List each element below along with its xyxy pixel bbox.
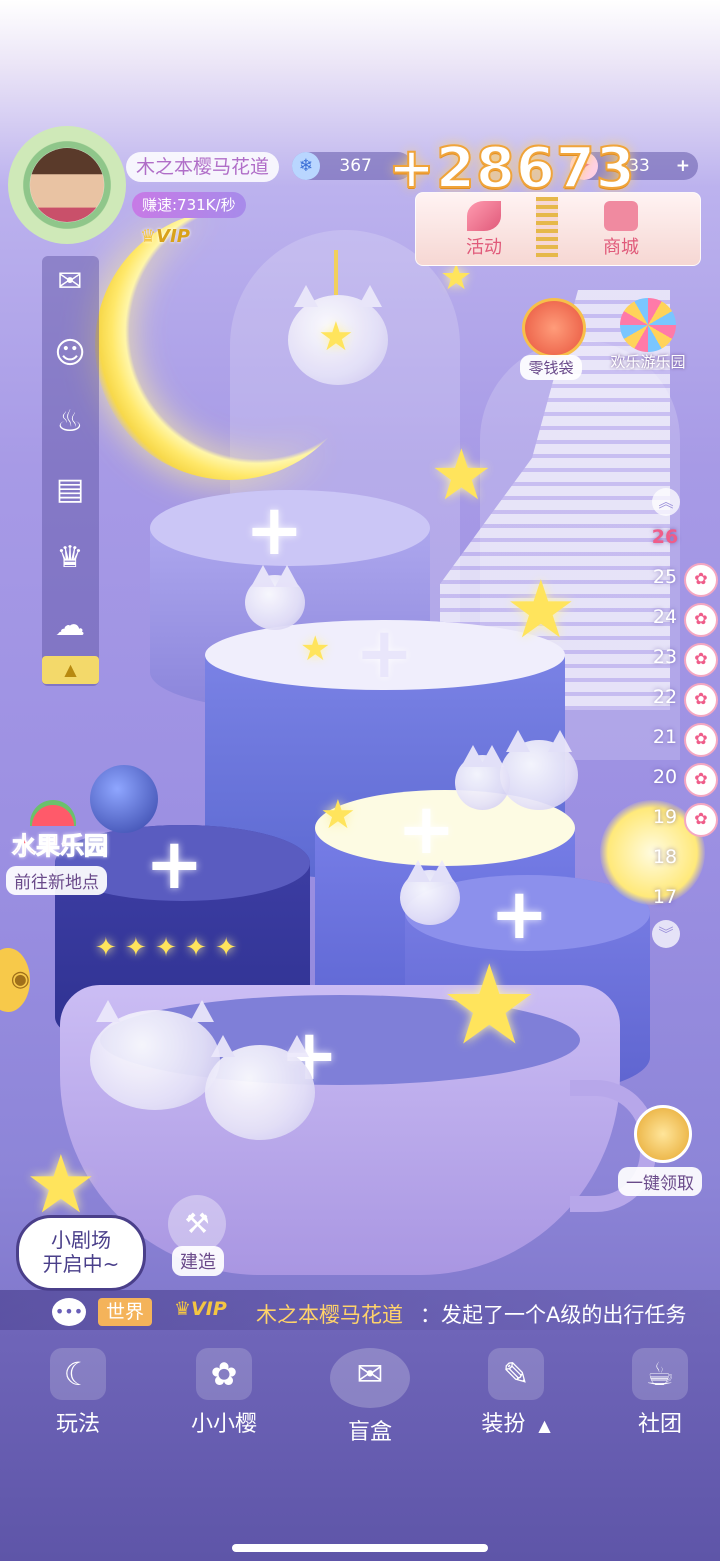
coin-icon: [634, 1105, 692, 1163]
add-building-plus[interactable]: +: [355, 618, 414, 688]
cat-bubble[interactable]: [205, 1035, 315, 1140]
floor-crab-icon[interactable]: ✿: [684, 803, 718, 837]
floor-item[interactable]: 22: [648, 686, 682, 708]
add-building-plus[interactable]: +: [145, 829, 204, 899]
bag-icon[interactable]: ♨: [50, 402, 90, 442]
star-decoration: ★: [300, 629, 331, 669]
amusement-park-label: 欢乐游乐园: [610, 353, 686, 371]
build-button[interactable]: ⚒ 建造: [160, 1195, 236, 1276]
amusement-park-shortcut[interactable]: 欢乐游乐园: [596, 298, 700, 374]
feather-icon: [467, 201, 501, 231]
add-currency-button[interactable]: +: [676, 152, 690, 180]
floor-crab-icon[interactable]: ✿: [684, 723, 718, 757]
floor-crab-icon[interactable]: ✿: [684, 603, 718, 637]
floor-scroll-down-button[interactable]: ︾: [652, 920, 680, 948]
floor-crab-icon[interactable]: ✿: [684, 683, 718, 717]
chat-message: ：发起了一个A级的出行任务: [420, 1303, 687, 1327]
watermelon-icon: [30, 800, 76, 826]
cards-icon: ☾: [50, 1348, 106, 1400]
ticket-icon: ✉: [330, 1348, 410, 1408]
floor-item[interactable]: 21: [648, 726, 682, 748]
crown-icon: ♛: [140, 226, 157, 247]
star-decoration: ★: [440, 941, 539, 1069]
ferris-wheel-icon: [620, 298, 676, 352]
shop-button[interactable]: 商城: [566, 193, 676, 265]
wechat-icon[interactable]: ☁: [50, 606, 90, 646]
wallet-label: 零钱袋: [520, 355, 582, 380]
avatar[interactable]: [30, 148, 104, 222]
panel-divider: [536, 197, 558, 261]
current-floor[interactable]: 26: [648, 526, 682, 548]
bottom-nav: ☾ 玩法 ✿ 小小樱 ✉ 盲盒 ✎ 装扮 ▲ ☕ 社团: [0, 1330, 720, 1561]
activity-shop-panel: 活动 商城: [415, 192, 701, 266]
friends-icon[interactable]: ☺: [50, 334, 90, 374]
fruit-park-entry[interactable]: 水果乐园 前往新地点: [0, 800, 145, 900]
fruit-park-title: 水果乐园: [12, 832, 109, 861]
nav-club[interactable]: ☕ 社团: [600, 1348, 720, 1438]
side-menu: ✉ ☺ ♨ ▤ ♛ ☁: [42, 256, 99, 686]
collect-all-label: 一键领取: [618, 1167, 702, 1196]
cat-bubble[interactable]: [500, 730, 578, 810]
star-decoration: ★: [430, 434, 493, 516]
build-label: 建造: [172, 1246, 224, 1276]
notice-icon[interactable]: ▤: [50, 470, 90, 510]
earn-speed: 赚速:731K/秒: [132, 192, 246, 218]
floor-item[interactable]: 24: [648, 606, 682, 628]
floor-crab-icon[interactable]: ✿: [684, 563, 718, 597]
cat-bubble[interactable]: [90, 1000, 220, 1110]
goto-new-location[interactable]: 前往新地点: [6, 866, 107, 895]
home-indicator[interactable]: [232, 1544, 488, 1552]
hanging-cat-lantern[interactable]: ★: [288, 285, 388, 385]
sakura-icon: ✿: [196, 1348, 252, 1400]
trophy-icon[interactable]: ♛: [50, 538, 90, 578]
snowflake-icon: ❄: [292, 152, 320, 180]
dressup-expand-arrow[interactable]: ▲: [538, 1416, 550, 1435]
side-menu-collapse-button[interactable]: ▲: [42, 656, 99, 684]
chat-sender[interactable]: 木之本樱马花道: [256, 1299, 403, 1329]
mail-icon[interactable]: ✉: [50, 262, 90, 302]
floor-item[interactable]: 25: [648, 566, 682, 588]
mini-theater-label: 小剧场 开启中~: [42, 1228, 120, 1276]
chat-bubble-icon: •••: [52, 1298, 86, 1326]
nav-sakura[interactable]: ✿ 小小樱: [164, 1348, 284, 1438]
star-decoration: ★: [25, 1138, 97, 1231]
nav-blindbox[interactable]: ✉ 盲盒: [310, 1348, 430, 1446]
cat-bubble[interactable]: [245, 565, 305, 630]
star-decoration: ★: [505, 563, 577, 656]
add-building-plus[interactable]: +: [245, 495, 304, 565]
lantern-string: [334, 250, 338, 295]
floor-item[interactable]: 17: [648, 886, 682, 908]
cat-bubble[interactable]: [455, 745, 510, 810]
player-name[interactable]: 木之本樱马花道: [126, 152, 280, 182]
makeup-brush-icon: ✎: [488, 1348, 544, 1400]
floor-item[interactable]: 19: [648, 806, 682, 828]
world-channel-tag[interactable]: 世界: [98, 1298, 153, 1326]
nav-play[interactable]: ☾ 玩法: [18, 1348, 138, 1438]
world-chat-bar[interactable]: ••• 世界 ♛VIP 木之本樱马花道 ：发起了一个A级的出行任务: [0, 1290, 720, 1334]
cat-bubble[interactable]: [400, 860, 460, 925]
add-building-plus[interactable]: +: [397, 794, 456, 864]
vip-badge[interactable]: ♛VIP: [140, 226, 190, 247]
add-building-plus[interactable]: +: [490, 879, 549, 949]
teacup-heart-icon: ☕: [632, 1348, 688, 1400]
wallet-icon: [522, 298, 586, 358]
eye-icon[interactable]: ◉: [0, 948, 30, 1012]
floor-crab-icon[interactable]: ✿: [684, 763, 718, 797]
floor-item[interactable]: 18: [648, 846, 682, 868]
wallet-shortcut[interactable]: 零钱袋: [508, 298, 594, 380]
paint-roller-icon: ⚒: [168, 1195, 226, 1253]
mini-theater-bubble[interactable]: 小剧场 开启中~: [16, 1215, 146, 1291]
chat-vip-badge: ♛VIP: [174, 1298, 227, 1320]
activity-button[interactable]: 活动: [434, 193, 534, 265]
cart-icon: [604, 201, 638, 231]
nav-dressup[interactable]: ✎ 装扮 ▲: [456, 1348, 576, 1438]
star-decoration: ★: [320, 792, 356, 838]
floor-item[interactable]: 20: [648, 766, 682, 788]
floor-item[interactable]: 23: [648, 646, 682, 668]
floor-crab-icon[interactable]: ✿: [684, 643, 718, 677]
collect-all-button[interactable]: 一键领取: [612, 1105, 708, 1196]
floor-scroll-up-button[interactable]: ︽: [652, 488, 680, 516]
